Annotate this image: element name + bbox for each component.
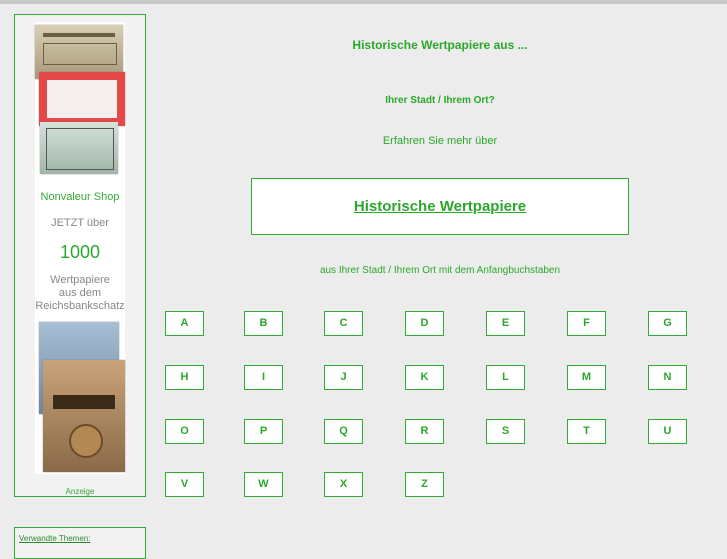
letter-button-b[interactable]: B <box>244 311 283 336</box>
certificate-image <box>39 72 125 126</box>
letters-intro: aus Ihrer Stadt / Ihrem Ort mit dem Anfa… <box>319 265 561 276</box>
letter-button-u[interactable]: U <box>648 419 687 444</box>
page-subtitle: Ihrer Stadt / Ihrem Ort? <box>385 95 495 106</box>
letter-button-p[interactable]: P <box>244 419 283 444</box>
ad-count: 1000 <box>59 242 101 262</box>
ad-banner[interactable]: Nonvaleur Shop JETZT über 1000 Wertpapie… <box>35 22 125 474</box>
ad-jetzt-text: JETZT über <box>51 217 109 229</box>
letter-button-e[interactable]: E <box>486 311 525 336</box>
certificate-image <box>40 122 118 174</box>
related-topics-box: Verwandte Themen: <box>14 527 146 559</box>
letter-button-g[interactable]: G <box>648 311 687 336</box>
letter-button-r[interactable]: R <box>405 419 444 444</box>
letter-button-c[interactable]: C <box>324 311 363 336</box>
letter-button-h[interactable]: H <box>165 365 204 390</box>
letter-button-a[interactable]: A <box>165 311 204 336</box>
letter-button-j[interactable]: J <box>324 365 363 390</box>
letter-button-f[interactable]: F <box>567 311 606 336</box>
letter-button-n[interactable]: N <box>648 365 687 390</box>
certificate-image <box>43 360 125 472</box>
letter-button-d[interactable]: D <box>405 311 444 336</box>
letter-button-t[interactable]: T <box>567 419 606 444</box>
letter-button-w[interactable]: W <box>244 472 283 497</box>
seal-icon <box>69 424 103 458</box>
letter-button-l[interactable]: L <box>486 365 525 390</box>
ad-shop-title: Nonvaleur Shop <box>40 191 120 203</box>
page-title: Historische Wertpapiere aus ... <box>352 38 528 52</box>
letter-button-i[interactable]: I <box>244 365 283 390</box>
ad-label: Anzeige <box>65 487 95 496</box>
letter-button-k[interactable]: K <box>405 365 444 390</box>
historische-wertpapiere-link[interactable]: Historische Wertpapiere <box>252 198 628 215</box>
letter-button-o[interactable]: O <box>165 419 204 444</box>
ad-desc-line: Wertpapiere <box>50 274 110 286</box>
letter-button-z[interactable]: Z <box>405 472 444 497</box>
ad-desc-line: aus dem <box>58 287 102 299</box>
letter-button-s[interactable]: S <box>486 419 525 444</box>
intro-text: Erfahren Sie mehr über <box>382 135 498 147</box>
ad-desc-line: Reichsbankschatz <box>35 300 125 312</box>
related-topics-link[interactable]: Verwandte Themen: <box>19 534 90 543</box>
sidebar-ad-panel[interactable]: Nonvaleur Shop JETZT über 1000 Wertpapie… <box>14 14 146 497</box>
letter-button-v[interactable]: V <box>165 472 204 497</box>
letter-button-q[interactable]: Q <box>324 419 363 444</box>
letter-button-m[interactable]: M <box>567 365 606 390</box>
main-link-box: Historische Wertpapiere <box>251 178 629 235</box>
ad-description: Wertpapiere aus dem Reichsbankschatz <box>35 274 125 313</box>
certificate-image <box>35 25 123 79</box>
letter-button-x[interactable]: X <box>324 472 363 497</box>
